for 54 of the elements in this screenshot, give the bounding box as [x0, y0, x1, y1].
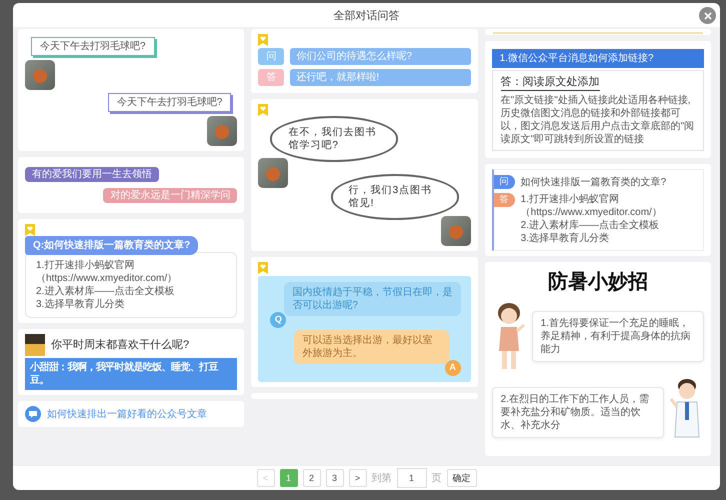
bookmark-icon: [258, 104, 268, 116]
tag-label: 问: [258, 48, 284, 65]
answer-bubble: 可以适当选择出游，最好以室外旅游为主。: [294, 330, 449, 364]
step-text: （https://www.xmyeditor.com/）: [520, 206, 662, 219]
next-page-button[interactable]: >: [348, 469, 366, 487]
tip-text: 1.首先得要保证一个充足的睡眠，养足精神，有利于提高身体的抗病能力: [532, 311, 704, 362]
tag-label: 答: [258, 69, 284, 86]
question-banner: 1.微信公众平台消息如何添加链接?: [492, 49, 704, 68]
thought-cloud: 行，我们3点图书馆见!: [330, 174, 459, 220]
step-text: 3.选择早教育儿分类: [36, 298, 126, 311]
page-button[interactable]: 3: [326, 469, 344, 487]
q-badge: Q: [270, 312, 286, 328]
message-bubble: 对的爱永远是一门精深学问: [103, 188, 238, 203]
bookmark-icon: [25, 224, 35, 236]
message-bubble: 还行吧，就那样啦!: [290, 69, 471, 86]
close-button[interactable]: [699, 7, 716, 24]
tip-text: 2.在烈日的工作下的工作人员，需要补充盐分和矿物质。适当的饮水、补充水分: [492, 387, 664, 438]
message-bubble: 有的爱我们要用一生去领悟: [25, 167, 159, 182]
tag-label: 答: [494, 192, 515, 207]
message-bubble: 你们公司的待遇怎么样呢?: [290, 48, 471, 65]
photo-placeholder: [440, 216, 471, 246]
answer-title: 答：阅读原文处添加: [500, 75, 600, 92]
page-input[interactable]: 1: [396, 468, 426, 488]
step-text: （https://www.xmyeditor.com/）: [36, 272, 178, 285]
goto-label: 到第: [372, 472, 392, 485]
bookmark-icon: [258, 262, 268, 274]
bookmark-icon: [258, 34, 268, 46]
tag-label: 问: [494, 175, 515, 189]
avatar-placeholder: [25, 334, 45, 356]
step-text: 2.进入素材库——点击全文模板: [36, 285, 176, 298]
chat-icon: [25, 406, 41, 422]
speech-bubble: 今天下午去打羽毛球吧?: [31, 37, 155, 56]
page-button[interactable]: 2: [302, 469, 320, 487]
reply-banner: 小甜甜：我啊，我平时就是吃饭、睡觉、打豆豆。: [25, 358, 238, 390]
speech-bubble: 今天下午去打羽毛球吧?: [108, 93, 232, 112]
step-text: 1.打开速排小蚂蚁官网: [36, 259, 136, 272]
a-badge: A: [444, 360, 461, 376]
photo-placeholder: [25, 60, 55, 90]
step-text: 2.进入素材库——点击全文模板: [520, 218, 660, 232]
thought-cloud: 在不，我们去图书馆学习吧?: [270, 116, 398, 162]
question-text: 你平时周末都喜欢干什么呢?: [51, 338, 190, 352]
confirm-button[interactable]: 确定: [446, 469, 476, 487]
tips-title: 防暑小妙招: [546, 270, 649, 295]
photo-placeholder: [207, 116, 238, 146]
answer-text: 在"原文链接"处插入链接此处适用各种链接,历史微信图文消息的链接和外部链接都可以，图文消息发送后用户点击文章底部的"阅读原文"即可跳转到所设置的链接: [500, 94, 695, 146]
question-text: 如何快速排版一篇教育类的文章?: [520, 176, 666, 189]
question-bubble: 国内疫情趋于平稳，节假日在即，是否可以出游呢?: [284, 282, 461, 316]
step-text: 1.打开速排小蚂蚁官网: [520, 192, 620, 206]
step-text: 3.选择早教育儿分类: [520, 232, 610, 245]
close-icon: [704, 12, 712, 20]
photo-placeholder: [258, 158, 288, 188]
question-banner: Q:如何快速排版一篇教育类的文章?: [25, 236, 198, 255]
page-unit-label: 页: [432, 472, 442, 485]
dialog-title: 全部对话问答: [334, 8, 400, 22]
